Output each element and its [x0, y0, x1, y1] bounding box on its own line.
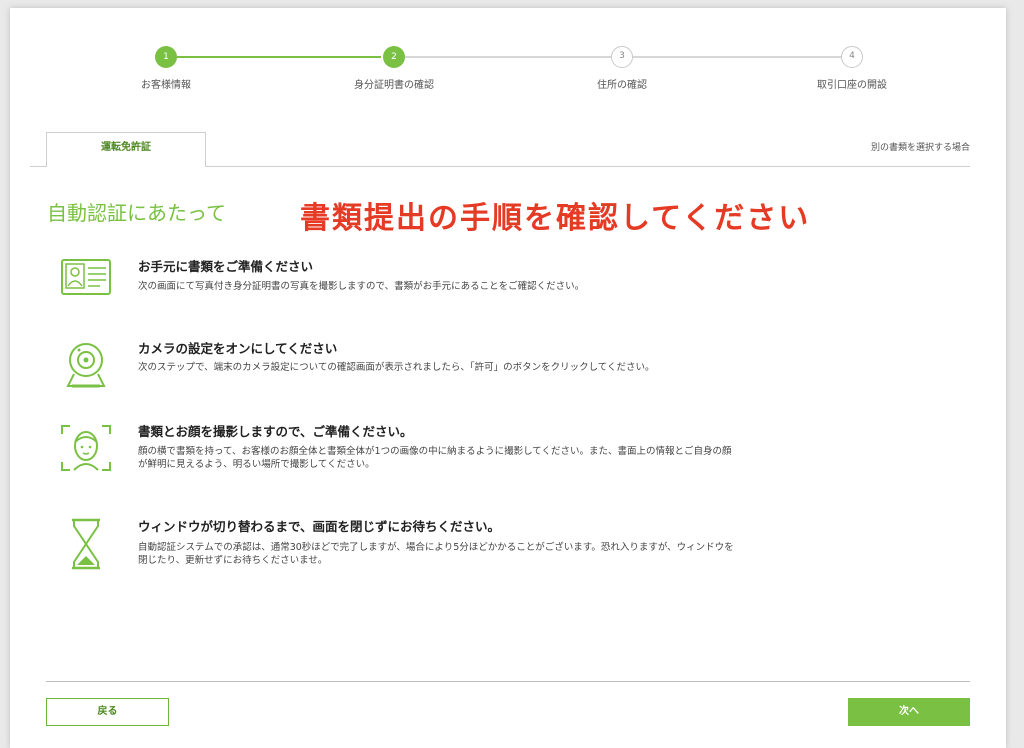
instruction-overlay-heading: 書類提出の手順を確認してください: [300, 201, 811, 236]
section-title: 自動認証にあたって: [47, 201, 226, 225]
id-card-icon: [58, 250, 114, 306]
item-title: カメラの設定をオンにしてください: [138, 341, 338, 356]
stepper-line-2: [405, 56, 611, 58]
step-3-label: 住所の確認: [597, 80, 647, 91]
item-description: 次の画面にて写真付き身分証明書の写真を撮影しますので、書類がお手元にあることをご…: [138, 281, 585, 292]
step-4-label: 取引口座の開設: [817, 80, 887, 91]
step-2-circle: 2: [383, 46, 405, 68]
tab-divider: [206, 166, 970, 167]
face-scan-icon: [58, 420, 114, 476]
footer-divider: [46, 681, 970, 682]
item-description: 次のステップで、端末のカメラ設定についての確認画面が表示されましたら、「許可」の…: [138, 362, 655, 373]
step-4-circle: 4: [841, 46, 863, 68]
webcam-icon: [58, 336, 114, 392]
other-document-link[interactable]: 別の書類を選択する場合: [800, 140, 970, 153]
hourglass-icon: [58, 516, 114, 572]
step-1-circle: 1: [155, 46, 177, 68]
step-1-label: お客様情報: [141, 80, 191, 91]
tab-divider-left: [30, 166, 46, 167]
item-title: お手元に書類をご準備ください: [138, 259, 314, 274]
progress-stepper: 1 2 3 4 お客様情報 身分証明書の確認 住所の確認 取引口座の開設: [0, 0, 1024, 100]
stepper-line-3: [633, 56, 841, 58]
tab-drivers-license[interactable]: 運転免許証: [46, 132, 206, 167]
back-button[interactable]: 戻る: [46, 698, 169, 726]
step-2-label: 身分証明書の確認: [354, 80, 434, 91]
step-3-circle: 3: [611, 46, 633, 68]
item-title: 書類とお顔を撮影しますので、ご準備ください。: [138, 424, 413, 439]
item-description: 自動認証システムでの承認は、通常30秒ほどで完了しますが、場合により5分ほどかか…: [138, 542, 734, 566]
stepper-line-1: [177, 56, 381, 58]
item-title: ウィンドウが切り替わるまで、画面を閉じずにお待ちください。: [138, 519, 501, 534]
main-card: [10, 8, 1006, 748]
next-button[interactable]: 次へ: [848, 698, 970, 726]
item-description: 顔の横で書類を持って、お客様のお顔全体と書類全体が1つの画像の中に納まるように撮…: [138, 446, 732, 470]
